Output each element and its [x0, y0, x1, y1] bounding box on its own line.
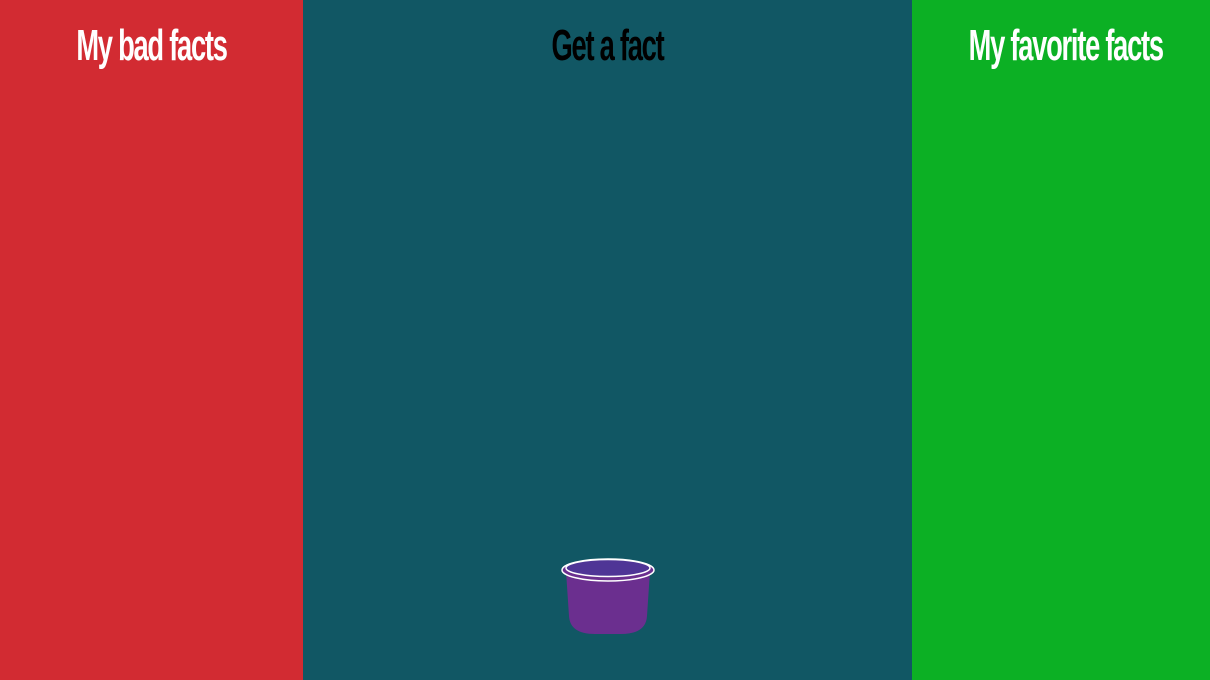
get-fact-column: Get a fact [303, 0, 912, 680]
get-fact-title: Get a fact [551, 21, 665, 70]
favorite-facts-column[interactable]: My favorite facts [912, 0, 1210, 680]
bucket-icon [561, 558, 655, 634]
fact-bucket-button[interactable] [561, 556, 655, 636]
bad-facts-column[interactable]: My bad facts [0, 0, 303, 680]
bad-facts-title: My bad facts [76, 21, 228, 70]
favorite-facts-title: My favorite facts [968, 21, 1164, 70]
